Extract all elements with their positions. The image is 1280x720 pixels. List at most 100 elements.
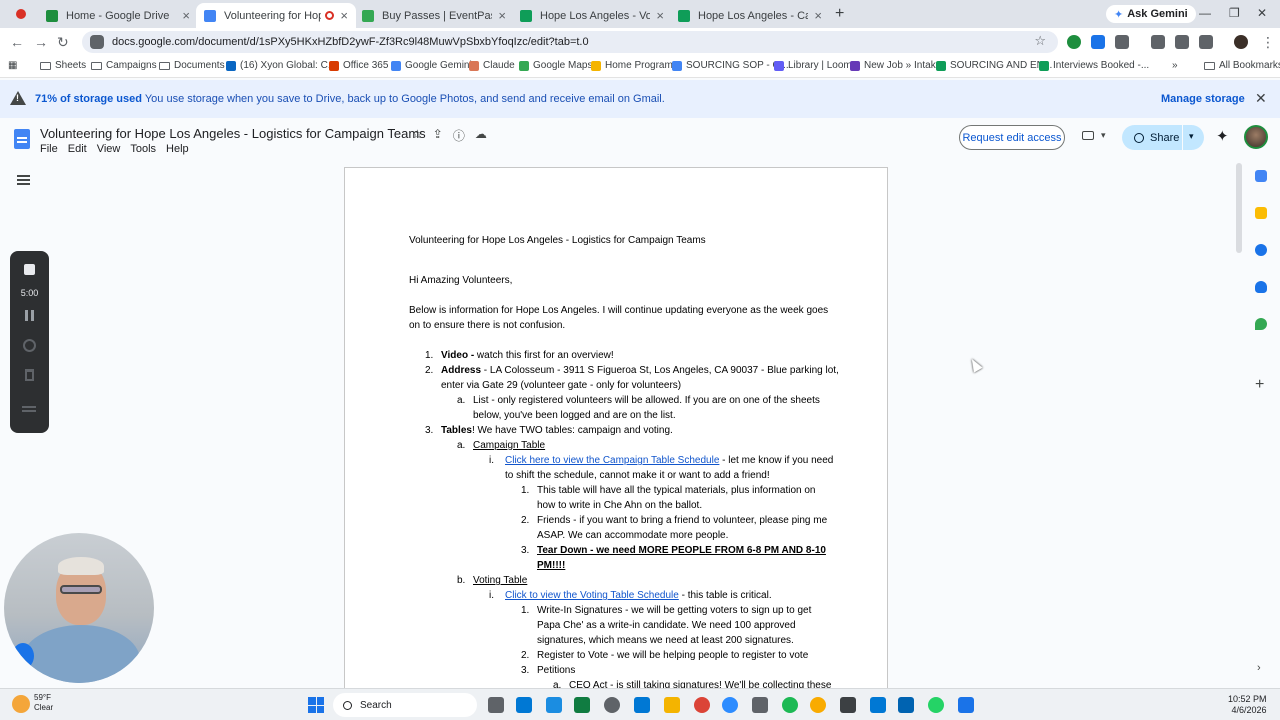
terminal-icon[interactable] (840, 697, 856, 713)
bookmark-home-program[interactable]: Home Program (591, 60, 673, 71)
drag-handle-icon[interactable] (22, 406, 36, 412)
browser-menu-icon[interactable]: ⋮ (1261, 34, 1275, 51)
maps-icon[interactable] (1255, 318, 1267, 330)
manage-storage-link[interactable]: Manage storage (1161, 93, 1245, 105)
pause-icon[interactable] (25, 310, 34, 321)
outlook-icon[interactable] (516, 697, 532, 713)
close-tab-icon[interactable]: × (814, 8, 822, 23)
new-tab-button[interactable]: + (835, 5, 844, 23)
url-text[interactable]: docs.google.com/document/d/1sPXy5HKxHZbf… (112, 36, 589, 48)
keep-icon[interactable] (1255, 207, 1267, 219)
request-edit-access-button[interactable]: Request edit access (959, 125, 1065, 150)
share-dropdown-icon[interactable]: ▾ (1189, 131, 1194, 142)
photos-icon[interactable] (898, 697, 914, 713)
document-scrollbar[interactable] (1236, 163, 1242, 253)
stop-recording-icon[interactable] (24, 264, 35, 275)
app-gear-icon[interactable] (958, 697, 974, 713)
grammarly-extension-icon[interactable] (1067, 35, 1081, 49)
share-button[interactable]: Share ▾ (1122, 125, 1204, 150)
star-icon[interactable]: ☆ (412, 127, 423, 144)
minimize-icon[interactable]: — (1199, 6, 1211, 20)
bookmark-star-icon[interactable]: ☆ (1034, 33, 1046, 49)
bookmark-google-maps[interactable]: Google Maps (519, 60, 592, 71)
windows-start-icon[interactable] (308, 697, 324, 713)
apps-grid-icon[interactable]: ▦ (8, 60, 17, 71)
close-tab-icon[interactable]: × (656, 8, 664, 23)
get-addons-plus-icon[interactable]: + (1255, 376, 1264, 394)
bookmark-sourcing-and-en[interactable]: SOURCING AND EN... (936, 60, 1052, 71)
bookmark-sourcing-sop[interactable]: SOURCING SOP - G... (672, 60, 789, 71)
menu-edit[interactable]: Edit (68, 143, 87, 155)
voting-schedule-link[interactable]: Click to view the Voting Table Schedule (505, 590, 679, 601)
account-avatar[interactable] (1244, 125, 1268, 149)
campaign-schedule-link[interactable]: Click here to view the Campaign Table Sc… (505, 455, 719, 466)
chrome-icon[interactable] (694, 697, 710, 713)
all-bookmarks[interactable]: All Bookmarks (1204, 60, 1280, 71)
meet-camera-icon[interactable] (1082, 131, 1094, 140)
tab-eventpass[interactable]: Buy Passes | EventPass × (354, 3, 514, 28)
mail-icon[interactable] (870, 697, 886, 713)
chrome-canary-icon[interactable] (810, 697, 826, 713)
extensions-puzzle-icon[interactable] (1115, 35, 1129, 49)
app-icon[interactable] (752, 697, 768, 713)
forward-icon[interactable]: → (34, 34, 48, 50)
move-icon[interactable]: ⇪ (433, 127, 443, 144)
zoom-icon[interactable] (722, 697, 738, 713)
tab-voter-registration[interactable]: Hope Los Angeles - Voter Regi × (512, 3, 672, 28)
bookmark-documents[interactable]: Documents (159, 60, 225, 71)
close-tab-icon[interactable]: × (182, 8, 190, 23)
excel-icon[interactable] (574, 697, 590, 713)
weather-icon[interactable] (12, 695, 30, 713)
whatsapp-icon[interactable] (928, 697, 944, 713)
task-view-icon[interactable] (488, 697, 504, 713)
tab-google-drive[interactable]: Home - Google Drive × (38, 3, 198, 28)
bookmark-new-job-intake[interactable]: New Job » Intake (850, 60, 941, 71)
cloud-status-icon[interactable]: ☁ (475, 127, 487, 144)
file-explorer-icon[interactable] (664, 697, 680, 713)
restart-icon[interactable] (23, 339, 36, 352)
bookmark-loom[interactable]: Library | Loom (774, 60, 852, 71)
show-side-panel-chevron-icon[interactable]: › (1257, 662, 1261, 674)
taskbar-search[interactable]: Search (333, 693, 477, 717)
spotify-icon[interactable] (782, 697, 798, 713)
meet-dropdown-icon[interactable]: ▾ (1101, 130, 1106, 141)
profile-avatar-icon[interactable] (1234, 35, 1248, 49)
tab-volunteering-doc[interactable]: Volunteering for Hope Los A × (196, 3, 356, 28)
recorder-control-icon[interactable] (12, 643, 34, 669)
bookmark-xyon-linkedin[interactable]: (16) Xyon Global: C... (226, 60, 336, 71)
print-icon[interactable] (1175, 35, 1189, 49)
close-banner-icon[interactable]: ✕ (1255, 90, 1267, 107)
bookmark-claude[interactable]: Claude (469, 60, 515, 71)
google-docs-logo-icon[interactable] (14, 129, 30, 149)
taskbar-clock[interactable]: 10:52 PM 4/6/2026 (1228, 694, 1267, 716)
bookmark-office-365[interactable]: Office 365 (329, 60, 388, 71)
menu-tools[interactable]: Tools (130, 143, 156, 155)
address-bar[interactable]: docs.google.com/document/d/1sPXy5HKxHZbf… (82, 31, 1058, 53)
tab-campaign[interactable]: Hope Los Angeles - Campaign × (670, 3, 830, 28)
bookmark-sheets[interactable]: Sheets (40, 60, 86, 71)
document-title[interactable]: Volunteering for Hope Los Angeles - Logi… (40, 126, 426, 141)
menu-file[interactable]: File (40, 143, 58, 155)
calendar-icon[interactable] (1255, 170, 1267, 182)
webcam-bubble[interactable] (4, 533, 154, 683)
contacts-icon[interactable] (1255, 281, 1267, 293)
document-info-icon[interactable]: ⓘ (453, 127, 465, 144)
weather-widget[interactable]: 59°F Clear (34, 693, 53, 713)
download-icon[interactable] (1151, 35, 1165, 49)
close-tab-icon[interactable]: × (340, 8, 348, 23)
menu-view[interactable]: View (97, 143, 121, 155)
bookmark-interviews-booked[interactable]: Interviews Booked -... (1039, 60, 1149, 71)
restore-icon[interactable]: ❐ (1229, 6, 1240, 20)
back-icon[interactable]: ← (10, 34, 24, 50)
gemini-sparkle-icon[interactable]: ✦ (1216, 127, 1229, 145)
edge-icon[interactable] (546, 697, 562, 713)
recording-indicator-icon[interactable] (16, 9, 26, 19)
bookmark-google-gemini[interactable]: Google Gemini (391, 60, 472, 71)
bookmark-campaigns[interactable]: Campaigns (91, 60, 157, 71)
site-info-icon[interactable] (90, 35, 104, 49)
more-bookmarks-chevron-icon[interactable]: » (1172, 60, 1178, 71)
reload-icon[interactable]: ↻ (57, 34, 69, 51)
document-outline-icon[interactable] (17, 175, 30, 185)
ask-gemini-button[interactable]: ✦ Ask Gemini (1106, 5, 1196, 23)
close-tab-icon[interactable]: × (498, 8, 506, 23)
